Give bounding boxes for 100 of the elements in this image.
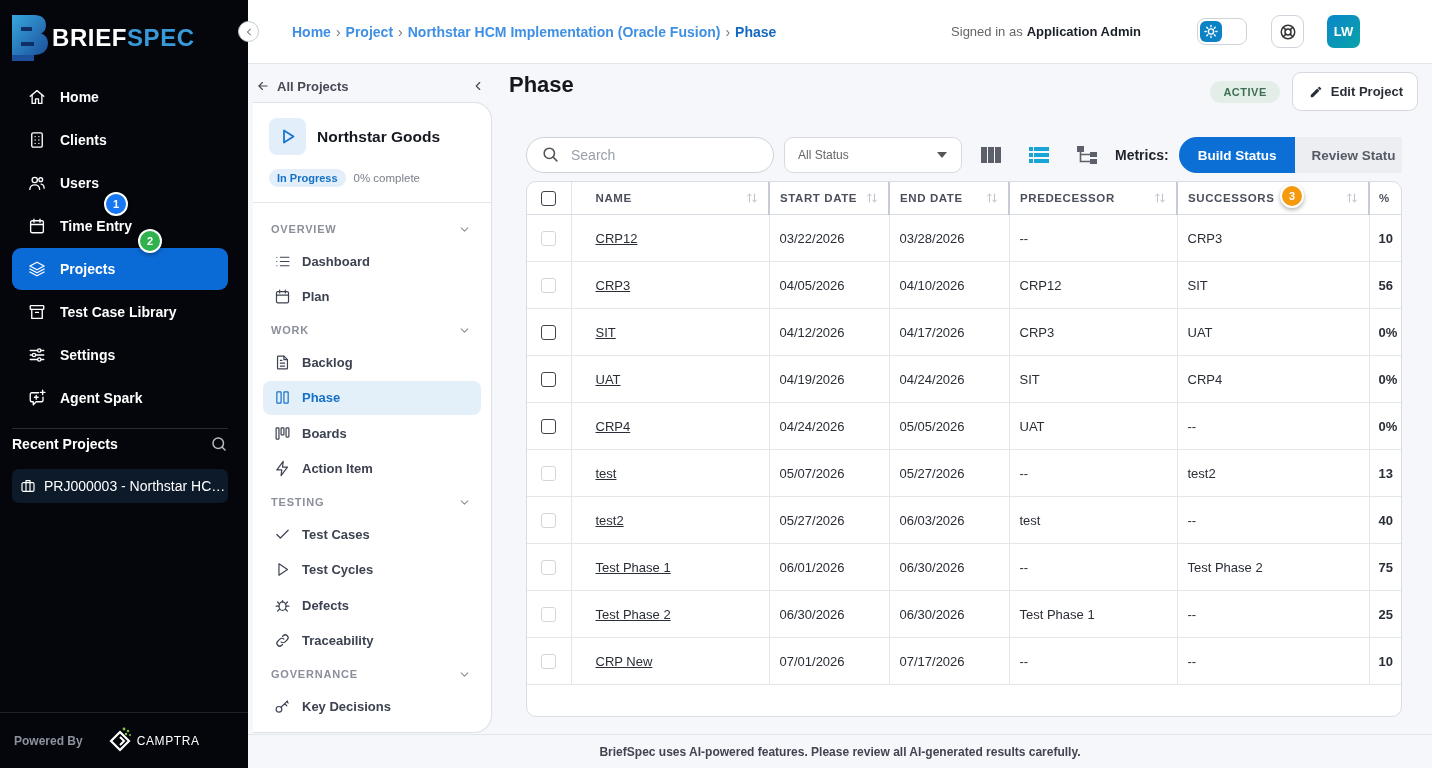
column-header[interactable]: END DATE bbox=[900, 192, 963, 204]
search-field[interactable]: Search bbox=[526, 137, 774, 173]
row-checkbox[interactable] bbox=[541, 324, 557, 340]
logo-icon bbox=[12, 15, 48, 61]
phase-name-link[interactable]: UAT bbox=[595, 371, 621, 387]
table-cell: 06/03/2026 bbox=[889, 496, 1009, 544]
select-all-checkbox[interactable] bbox=[541, 190, 557, 206]
sidebar-nav-item[interactable]: Test Case Library bbox=[12, 297, 181, 327]
phase-name-link[interactable]: SIT bbox=[595, 324, 616, 340]
logo-text: BRIEFSPEC bbox=[52, 24, 195, 52]
table-cell: -- bbox=[1009, 449, 1177, 497]
project-nav-item[interactable]: Phase bbox=[263, 380, 481, 415]
help-button[interactable] bbox=[1271, 15, 1304, 48]
table-cell: 04/24/2026 bbox=[889, 355, 1009, 403]
table-cell: 06/30/2026 bbox=[889, 590, 1009, 638]
all-projects-link[interactable]: All Projects bbox=[256, 78, 349, 94]
two-columns-icon bbox=[274, 389, 291, 406]
column-header[interactable]: % bbox=[1379, 192, 1390, 204]
project-nav-item[interactable]: Test Cycles bbox=[263, 552, 481, 587]
link-icon bbox=[274, 632, 291, 649]
table-cell: 10 bbox=[1369, 214, 1401, 262]
project-progress-text: 0% complete bbox=[353, 172, 420, 184]
project-nav-item[interactable]: Dashboard bbox=[263, 244, 481, 278]
archive-box-icon bbox=[28, 303, 46, 321]
partner-logo-text: CAMPTRA bbox=[136, 733, 200, 748]
table-cell: -- bbox=[1177, 590, 1369, 638]
search-icon bbox=[210, 435, 228, 453]
kanban-icon bbox=[274, 424, 291, 442]
recent-search-button[interactable] bbox=[210, 435, 228, 453]
row-checkbox[interactable] bbox=[541, 418, 557, 434]
table-cell: 0% bbox=[1369, 355, 1401, 403]
lightning-icon bbox=[274, 460, 291, 477]
table-cell: 05/07/2026 bbox=[769, 449, 889, 497]
signed-in-user: Application Admin bbox=[1026, 24, 1141, 39]
sidebar-nav-item[interactable]: Settings bbox=[12, 340, 120, 370]
table-cell: test2 bbox=[1177, 449, 1369, 497]
project-nav-item[interactable]: Plan bbox=[263, 279, 481, 314]
search-icon bbox=[541, 145, 560, 164]
table-cell: 13 bbox=[1369, 449, 1401, 497]
table-cell: 10 bbox=[1369, 637, 1401, 685]
status-badge: ACTIVE bbox=[1210, 80, 1280, 103]
status-filter-dropdown[interactable]: All Status bbox=[784, 137, 962, 173]
sidebar-nav-item[interactable]: Home bbox=[12, 82, 103, 112]
sidebar-nav-item[interactable]: Projects bbox=[12, 248, 228, 290]
project-nav-item[interactable]: Action Item bbox=[263, 451, 481, 486]
project-nav-item[interactable]: Key Decisions bbox=[263, 689, 481, 723]
table-cell: -- bbox=[1177, 496, 1369, 544]
user-avatar[interactable]: LW bbox=[1327, 15, 1360, 48]
project-nav-item[interactable]: Test Cases bbox=[263, 517, 481, 551]
table-cell: 25 bbox=[1369, 590, 1401, 638]
theme-toggle[interactable] bbox=[1197, 18, 1247, 45]
table-cell: -- bbox=[1177, 637, 1369, 685]
edit-project-button[interactable]: Edit Project bbox=[1291, 72, 1418, 111]
table-cell: CRP3 bbox=[1009, 308, 1177, 356]
project-play-icon bbox=[269, 118, 306, 155]
document-icon bbox=[274, 353, 291, 371]
column-header[interactable]: SUCCESSORS bbox=[1188, 192, 1275, 204]
table-cell: Test Phase 2 bbox=[1177, 543, 1369, 591]
metrics-segment[interactable]: Review Statu bbox=[1295, 137, 1402, 173]
ai-notice: BriefSpec uses AI-powered features. Please review all AI-generated results carefully. bbox=[599, 744, 1081, 759]
table-cell: 75 bbox=[1369, 543, 1401, 591]
recent-project-item[interactable]: PRJ000003 - Northstar HC… bbox=[12, 469, 228, 503]
breadcrumb-separator: › bbox=[398, 23, 403, 40]
table-cell: -- bbox=[1009, 543, 1177, 591]
powered-by-label: Powered By bbox=[14, 733, 83, 748]
briefcase-icon bbox=[20, 478, 36, 494]
table-cell: SIT bbox=[1009, 355, 1177, 403]
project-nav-item[interactable]: Traceability bbox=[263, 623, 481, 658]
sidebar-nav-item[interactable]: Clients bbox=[12, 125, 111, 155]
table-cell: 05/05/2026 bbox=[889, 402, 1009, 450]
column-header[interactable]: PREDECESSOR bbox=[1020, 192, 1115, 204]
signed-in-label: Signed in as bbox=[951, 24, 1023, 39]
table-cell: test bbox=[1009, 496, 1177, 544]
table-cell: 07/17/2026 bbox=[889, 637, 1009, 685]
table-cell: UAT bbox=[1009, 402, 1177, 450]
key-icon bbox=[274, 697, 291, 715]
column-header[interactable]: START DATE bbox=[780, 192, 858, 204]
metrics-segment[interactable]: Build Status bbox=[1178, 137, 1296, 173]
chat-plus-icon bbox=[28, 389, 46, 407]
table-cell: 40 bbox=[1369, 496, 1401, 544]
table-cell: 05/27/2026 bbox=[769, 496, 889, 544]
column-header[interactable]: NAME bbox=[595, 192, 632, 204]
sidebar-nav-item[interactable]: Users bbox=[12, 168, 103, 198]
table-cell: CRP3 bbox=[1177, 214, 1369, 262]
row-checkbox[interactable] bbox=[541, 371, 557, 387]
sidebar-nav-item[interactable]: Agent Spark bbox=[12, 383, 147, 413]
phase-name-link[interactable]: CRP4 bbox=[595, 418, 631, 434]
table-cell: 04/05/2026 bbox=[769, 261, 889, 309]
project-nav-item[interactable]: Defects bbox=[263, 588, 481, 622]
users-icon bbox=[28, 174, 46, 192]
table-cell: Test Phase 1 bbox=[1009, 590, 1177, 638]
project-name: Northstar Goods bbox=[317, 127, 441, 146]
breadcrumb-link[interactable]: Phase bbox=[735, 23, 777, 40]
calendar-icon bbox=[274, 288, 291, 305]
project-nav-item[interactable]: Backlog bbox=[263, 345, 481, 379]
home-icon bbox=[28, 88, 46, 106]
calendar-icon bbox=[28, 217, 46, 235]
table-cell: 04/17/2026 bbox=[889, 308, 1009, 356]
pencil-icon bbox=[1308, 84, 1323, 99]
project-nav-item[interactable]: Boards bbox=[263, 416, 481, 450]
